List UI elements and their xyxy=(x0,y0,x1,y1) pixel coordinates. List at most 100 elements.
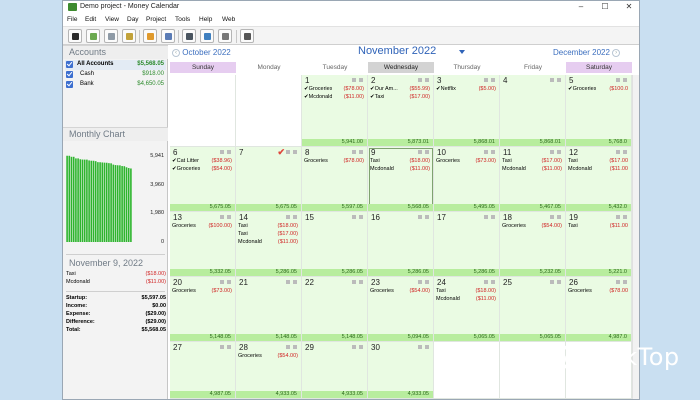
day-action-icons[interactable] xyxy=(418,345,429,349)
day-action-icons[interactable] xyxy=(550,78,561,82)
day-action-icons[interactable] xyxy=(418,215,429,219)
document-button[interactable] xyxy=(218,29,232,43)
day-cell[interactable]: 16 5,286.05 xyxy=(368,212,434,277)
day-cell[interactable]: 20 Groceries ($73.00) 5,148.05 xyxy=(170,277,236,342)
day-cell[interactable]: 23 Groceries ($54.00) 5,094.05 xyxy=(368,277,434,342)
transaction-item[interactable]: ✔Groceries ($78.00) xyxy=(304,86,364,93)
account-checkbox[interactable] xyxy=(66,71,73,78)
day-action-icons[interactable] xyxy=(484,150,495,154)
day-action-icons[interactable] xyxy=(352,78,363,82)
day-cell[interactable]: 18 Groceries ($54.00) 5,232.05 xyxy=(500,212,566,277)
day-action-icons[interactable] xyxy=(418,150,429,154)
transaction-item[interactable]: Groceries ($54.00) xyxy=(370,288,430,295)
day-cell[interactable]: 29 4,933.05 xyxy=(302,342,368,399)
day-transaction[interactable]: Mcdonald ($11.00) xyxy=(66,279,166,286)
day-action-icons[interactable] xyxy=(484,280,495,284)
day-cell[interactable]: 14 Taxi ($18.00) Taxi ($17.00) Mcdonald ($11.0… xyxy=(236,212,302,277)
day-action-icons[interactable] xyxy=(286,150,297,154)
transaction-item[interactable]: ✔Netflix ($5.00) xyxy=(436,86,496,93)
day-cell[interactable]: 8 Groceries ($78.00) 5,597.05 xyxy=(302,147,368,212)
transaction-item[interactable]: Groceries ($100.00) xyxy=(172,223,232,230)
transaction-item[interactable]: Groceries ($54.00) xyxy=(502,223,562,230)
menu-edit[interactable]: Edit xyxy=(85,16,96,23)
day-cell[interactable]: 21 5,148.05 xyxy=(236,277,302,342)
prev-month-link[interactable]: ‹ October 2022 xyxy=(172,48,231,57)
day-transaction[interactable]: Taxi ($18.00) xyxy=(66,271,166,278)
title-bar[interactable]: Demo project - Money Calendar – ☐ ✕ xyxy=(63,1,639,14)
day-action-icons[interactable] xyxy=(352,150,363,154)
month-title[interactable]: November 2022 xyxy=(358,45,436,57)
day-action-icons[interactable] xyxy=(616,150,627,154)
next-month-link[interactable]: December 2022 › xyxy=(553,48,621,57)
day-cell[interactable]: 1 ✔Groceries ($78.00) ✔Mcdonald ($11.00) 5,94… xyxy=(302,75,368,147)
transaction-item[interactable]: Mcdonald ($11.00 xyxy=(568,166,628,173)
menu-web[interactable]: Web xyxy=(222,16,235,23)
account-row[interactable]: All Accounts $5,568.05 xyxy=(65,60,166,70)
account-checkbox[interactable] xyxy=(66,61,73,68)
day-action-icons[interactable] xyxy=(220,150,231,154)
day-action-icons[interactable] xyxy=(550,150,561,154)
day-action-icons[interactable] xyxy=(616,280,627,284)
transaction-item[interactable]: Taxi ($17.00 xyxy=(568,158,628,165)
close-button[interactable]: ✕ xyxy=(617,1,639,14)
day-cell[interactable]: 3 ✔Netflix ($5.00) 5,868.01 xyxy=(434,75,500,147)
day-action-icons[interactable] xyxy=(616,78,627,82)
transaction-item[interactable]: ✔Groceries ($54.00) xyxy=(172,166,232,173)
day-action-icons[interactable] xyxy=(418,78,429,82)
transaction-item[interactable]: ✔Groceries ($100.0 xyxy=(568,86,628,93)
day-action-icons[interactable] xyxy=(550,280,561,284)
day-cell[interactable]: 28 Groceries ($54.00) 4,933.05 xyxy=(236,342,302,399)
day-action-icons[interactable] xyxy=(220,345,231,349)
save-button[interactable] xyxy=(68,29,82,43)
minimize-button[interactable]: – xyxy=(569,1,593,14)
account-checkbox[interactable] xyxy=(66,81,73,88)
day-cell[interactable]: 22 5,148.05 xyxy=(302,277,368,342)
day-cell[interactable]: 4 5,868.01 xyxy=(500,75,566,147)
day-cell[interactable]: 24 Taxi ($18.00) Mcdonald ($11.00) 5,065.05 xyxy=(434,277,500,342)
menu-project[interactable]: Project xyxy=(146,16,166,23)
account-row[interactable]: Bank $4,650.05 xyxy=(65,80,166,90)
transaction-item[interactable]: Groceries ($78.00) xyxy=(304,158,364,165)
day-action-icons[interactable] xyxy=(286,345,297,349)
menu-tools[interactable]: Tools xyxy=(175,16,190,23)
download-button[interactable] xyxy=(200,29,214,43)
menu-day[interactable]: Day xyxy=(127,16,139,23)
day-action-icons[interactable] xyxy=(352,280,363,284)
day-cell[interactable]: 19 Taxi ($11.00 5,221.0 xyxy=(566,212,632,277)
transaction-item[interactable]: Taxi ($18.00) xyxy=(436,288,496,295)
day-cell[interactable]: 12 Taxi ($17.00 Mcdonald ($11.00 5,432.0 xyxy=(566,147,632,212)
day-cell[interactable]: 17 5,286.05 xyxy=(434,212,500,277)
day-cell[interactable]: 11 Taxi ($17.00) Mcdonald ($11.00) 5,467.05 xyxy=(500,147,566,212)
day-cell[interactable]: 13 Groceries ($100.00) 5,332.05 xyxy=(170,212,236,277)
menu-file[interactable]: File xyxy=(67,16,77,23)
day-cell[interactable]: 7 ✔ 5,675.05 xyxy=(236,147,302,212)
day-action-icons[interactable] xyxy=(616,215,627,219)
day-action-icons[interactable] xyxy=(484,215,495,219)
pencil-button[interactable] xyxy=(240,29,254,43)
transaction-item[interactable]: Groceries ($73.00) xyxy=(172,288,232,295)
day-cell[interactable]: 27 4,987.05 xyxy=(170,342,236,399)
new-button[interactable] xyxy=(86,29,100,43)
transaction-item[interactable]: Mcdonald ($11.00) xyxy=(238,239,298,246)
transaction-item[interactable]: ✔Taxi ($17.00) xyxy=(370,94,430,101)
chart-button[interactable] xyxy=(143,29,157,43)
day-cell[interactable]: 10 Groceries ($73.00) 5,495.05 xyxy=(434,147,500,212)
day-cell[interactable]: 5 ✔Groceries ($100.0 5,768.0 xyxy=(566,75,632,147)
transaction-item[interactable]: Taxi ($18.00) xyxy=(370,158,430,165)
maximize-button[interactable]: ☐ xyxy=(593,1,617,14)
day-cell[interactable]: 25 5,065.05 xyxy=(500,277,566,342)
day-action-icons[interactable] xyxy=(352,215,363,219)
day-action-icons[interactable] xyxy=(220,280,231,284)
transaction-item[interactable]: ✔Our Am... ($55.99) xyxy=(370,86,430,93)
transaction-item[interactable]: ✔Mcdonald ($11.00) xyxy=(304,94,364,101)
transaction-item[interactable]: Taxi ($18.00) xyxy=(238,223,298,230)
day-action-icons[interactable] xyxy=(484,78,495,82)
transaction-item[interactable]: Taxi ($17.00) xyxy=(502,158,562,165)
day-action-icons[interactable] xyxy=(220,215,231,219)
day-cell[interactable]: 15 5,286.05 xyxy=(302,212,368,277)
transaction-item[interactable]: Groceries ($78.00 xyxy=(568,288,628,295)
chevron-down-icon[interactable] xyxy=(459,50,465,54)
transaction-item[interactable]: ✔Cat Litter ($38.96) xyxy=(172,158,232,165)
transaction-item[interactable]: Mcdonald ($11.00) xyxy=(436,296,496,303)
menu-help[interactable]: Help xyxy=(199,16,212,23)
